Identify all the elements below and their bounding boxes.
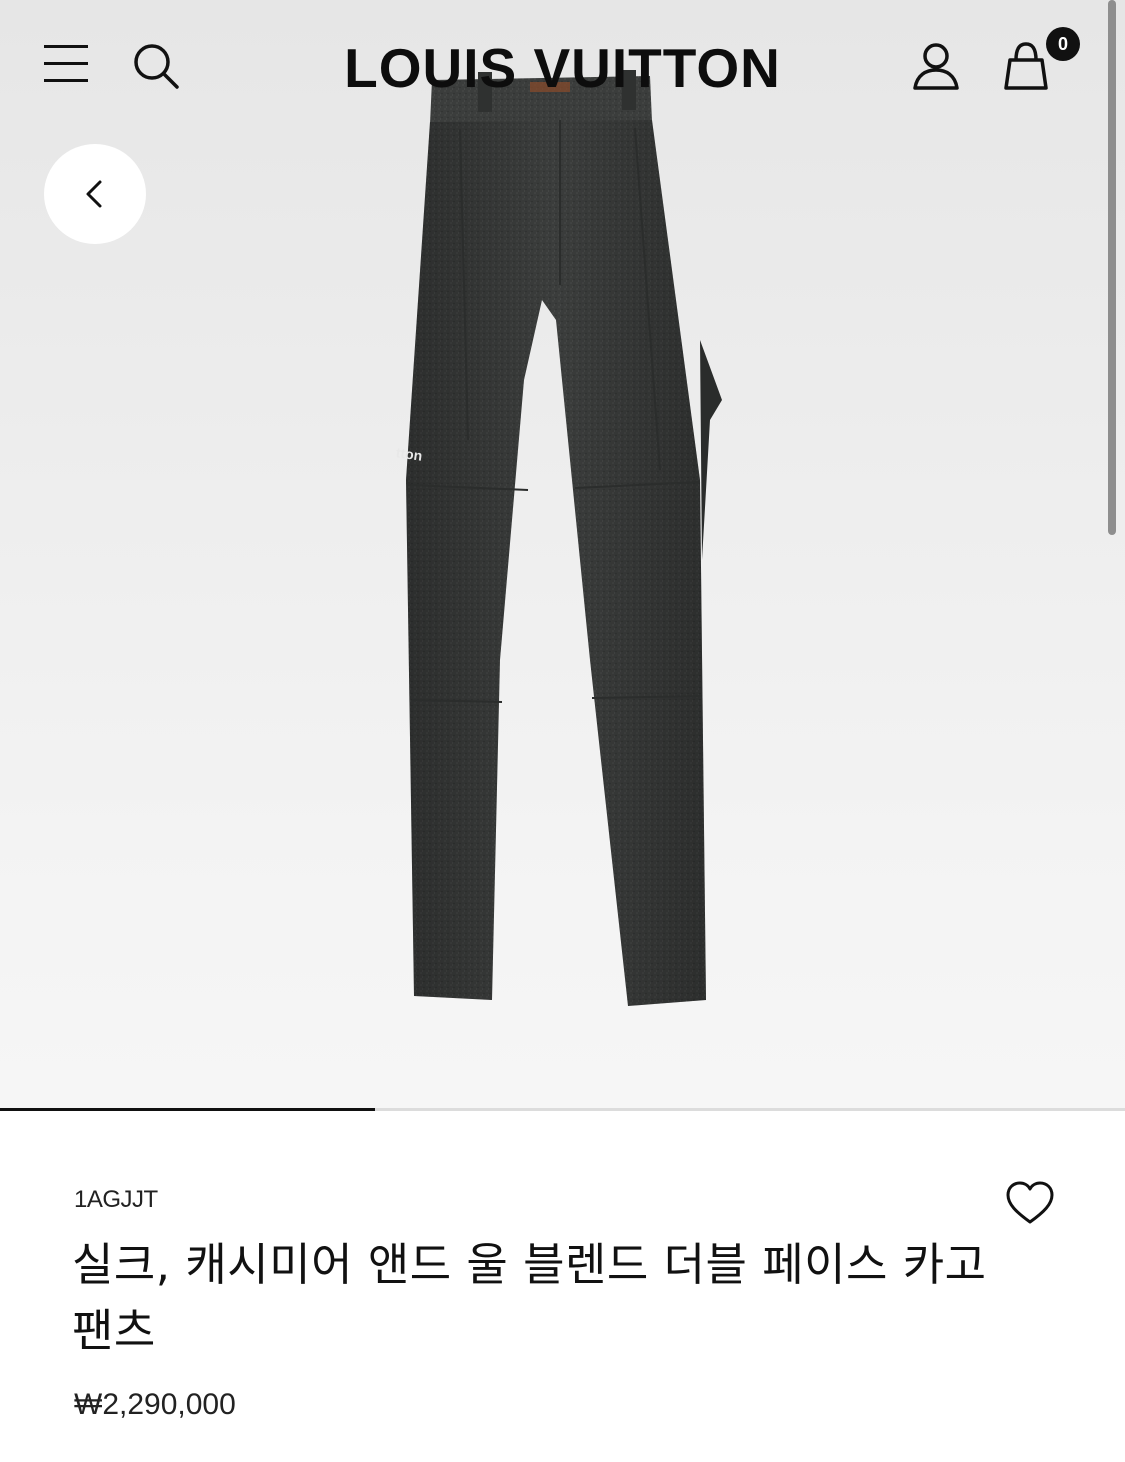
product-price: ₩2,290,000 [74,1388,236,1421]
product-image [406,70,722,1006]
account-button[interactable] [906,38,966,94]
product-sku: 1AGJJT [74,1186,158,1213]
heart-outline-icon [1006,1181,1054,1224]
hamburger-menu-icon [44,45,88,82]
brand-logo[interactable]: LOUIS VUITTON [300,28,825,108]
menu-button[interactable] [40,40,92,88]
search-button[interactable] [130,40,182,92]
back-button[interactable] [44,144,146,244]
product-title: 실크, 캐시미어 앤드 울 블렌드 더블 페이스 카고 팬츠 [72,1238,987,1357]
cart-count-badge: 0 [1046,27,1080,61]
wishlist-button[interactable] [1004,1180,1056,1226]
chevron-left-icon [86,180,102,208]
gallery-progress-track [0,1108,1125,1111]
gallery-progress-indicator [0,1108,375,1111]
site-header: LOUIS VUITTON 0 [0,0,1125,140]
product-page: tton LOUIS VUITTON 0 1AGJJT 실크, 캐시미어 앤드 … [0,0,1125,1462]
search-icon [134,44,179,89]
product-image-gallery[interactable]: tton [0,0,1125,1110]
user-icon [913,43,959,90]
page-scrollbar[interactable] [1108,0,1116,535]
